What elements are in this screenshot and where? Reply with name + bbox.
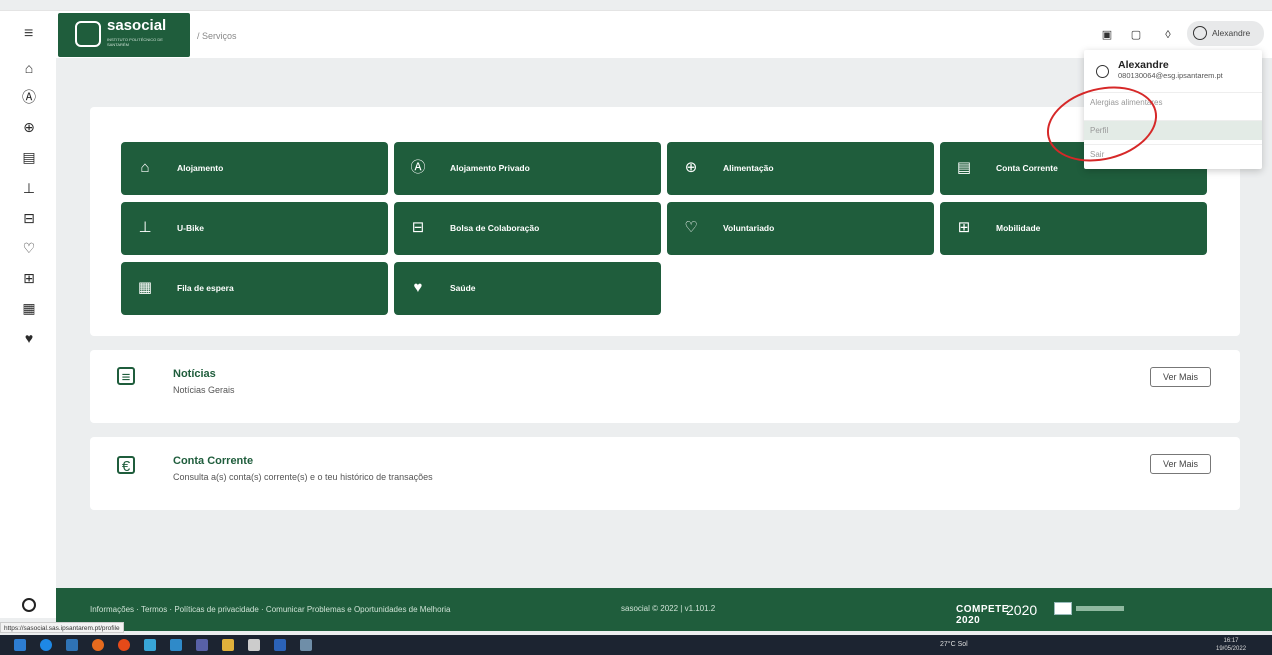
tile-label: Bolsa de Colaboração [450,223,540,233]
user-menu-button[interactable]: Alexandre [1187,21,1264,46]
tile-alojamento[interactable]: ⌂ Alojamento [121,142,388,195]
tile-mobilidade[interactable]: ⊞ Mobilidade [940,202,1207,255]
accessibility-icon[interactable] [22,598,36,612]
app-icon[interactable] [300,639,312,651]
clock-date: 19/05/2022 [1216,646,1247,652]
os-taskbar: 27°C Sol 16:17 19/05/2022 [0,635,1272,655]
bus-icon[interactable]: ⊞ [21,270,37,286]
folder-icon[interactable] [222,639,234,651]
edge-icon[interactable] [40,639,52,651]
app-icon[interactable] [170,639,182,651]
bike-icon: ⊥ [138,219,152,236]
weather-tray[interactable]: 27°C Sol [940,641,968,648]
dropdown-user-email: 080130064@esg.ipsantarem.pt [1118,71,1223,80]
home-icon: ⌂ [140,159,150,176]
bus-icon: ⊞ [957,219,971,236]
footer-copyright: sasocial © 2022 | v1.101.2 [621,604,716,613]
eu-flag-icon [1054,602,1072,615]
portugal2020-logo: 2020 [1006,602,1038,618]
tile-label: Mobilidade [996,223,1041,233]
tile-alimentacao[interactable]: ⊕ Alimentação [667,142,934,195]
account-card: € Conta Corrente Consulta a(s) conta(s) … [90,437,1240,510]
logo-name: sasocial [107,17,167,34]
id-card-icon[interactable]: ▣ [1100,28,1114,42]
bell-icon[interactable]: ◊ [1161,28,1175,42]
news-subtitle: Notícias Gerais [173,385,235,395]
home-icon[interactable]: ⌂ [21,60,37,76]
news-icon: ≡ [117,367,135,386]
queue-icon: ▦ [137,279,153,296]
user-name: Alexandre [1212,28,1251,38]
tile-label: Voluntariado [723,223,775,233]
queue-icon[interactable]: ▦ [21,300,37,316]
briefcase-icon: ⊟ [411,219,425,236]
tile-voluntariado[interactable]: ♡ Voluntariado [667,202,934,255]
bike-icon[interactable]: ⊥ [21,180,37,196]
food-icon[interactable]: ⊕ [21,119,37,135]
tile-fila-espera[interactable]: ▦ Fila de espera [121,262,388,315]
teams-icon[interactable] [196,639,208,651]
tile-label: Conta Corrente [996,163,1058,173]
logo-subtitle: INSTITUTO POLITÉCNICO DE SANTARÉM [107,37,163,47]
news-card: ≡ Notícias Notícias Gerais Ver Mais [90,350,1240,423]
tile-label: Fila de espera [177,283,234,293]
account-see-more-button[interactable]: Ver Mais [1150,454,1211,474]
food-icon: ⊕ [684,159,698,176]
clock-time: 16:17 [1223,638,1239,644]
volunteer-icon[interactable]: ♡ [21,240,37,256]
wallet-icon[interactable]: ▤ [21,149,37,165]
firefox-icon[interactable] [92,639,104,651]
wallet-icon: ▤ [956,159,972,176]
logo[interactable]: sasocial INSTITUTO POLITÉCNICO DE SANTAR… [58,13,190,57]
tile-label: Alimentação [723,163,774,173]
start-icon[interactable] [14,639,26,651]
app-icon[interactable] [248,639,260,651]
tile-alojamento-privado[interactable]: Ⓐ Alojamento Privado [394,142,661,195]
eu-logo-text [1076,606,1124,611]
private-housing-icon: Ⓐ [410,159,426,176]
footer: Informações · Termos · Políticas de priv… [56,588,1272,631]
health-icon: ♥ [413,279,423,296]
tile-u-bike[interactable]: ⊥ U-Bike [121,202,388,255]
dropdown-user-name: Alexandre [1118,59,1169,71]
news-title: Notícias [173,368,216,380]
explorer-icon[interactable] [66,639,78,651]
clock[interactable]: 16:17 19/05/2022 [1216,637,1246,653]
tile-bolsa-colaboracao[interactable]: ⊟ Bolsa de Colaboração [394,202,661,255]
health-icon[interactable]: ♥ [21,330,37,346]
menu-icon[interactable]: ≡ [24,26,38,42]
news-see-more-button[interactable]: Ver Mais [1150,367,1211,387]
breadcrumb: / Serviços [197,31,237,41]
user-icon [1193,26,1207,40]
briefcase-icon[interactable]: ⊟ [21,210,37,226]
wallet-icon: € [117,456,135,475]
account-title: Conta Corrente [173,455,254,467]
user-icon [1096,65,1109,78]
private-housing-icon[interactable]: Ⓐ [21,89,37,105]
sidebar: ⌂ Ⓐ ⊕ ▤ ⊥ ⊟ ♡ ⊞ ▦ ♥ [0,58,56,618]
tile-label: U-Bike [177,223,204,233]
app-icon[interactable] [144,639,156,651]
tile-saude[interactable]: ♥ Saúde [394,262,661,315]
footer-links[interactable]: Informações · Termos · Políticas de priv… [90,604,480,631]
tile-label: Saúde [450,283,476,293]
logo-face-icon [75,21,101,47]
tile-label: Alojamento Privado [450,163,530,173]
volunteer-icon: ♡ [684,219,698,236]
word-icon[interactable] [274,639,286,651]
top-header: ≡ sasocial INSTITUTO POLITÉCNICO DE SANT… [0,10,1272,58]
compete-logo: COMPETE 2020 [956,604,1009,626]
account-subtitle: Consulta a(s) conta(s) corrente(s) e o t… [173,472,433,482]
document-icon[interactable]: ▢ [1129,28,1143,42]
status-url: https://sasocial.sas.ipsantarem.pt/profi… [0,622,124,633]
tile-label: Alojamento [177,163,224,173]
opera-icon[interactable] [118,639,130,651]
